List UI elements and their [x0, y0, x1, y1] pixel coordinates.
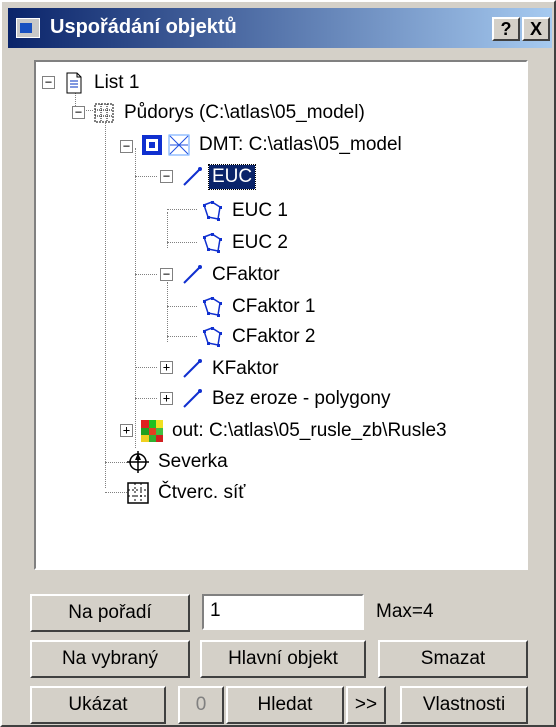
line-icon [183, 167, 202, 186]
line-icon [183, 265, 202, 284]
tree-node-ctverc-sit[interactable]: Čtverc. síť [126, 478, 248, 508]
tree-node-list1[interactable]: List 1 [62, 68, 142, 98]
help-button[interactable]: ? [492, 17, 520, 41]
tree-node-label: CFaktor [212, 264, 280, 285]
tree-node-label: KFaktor [212, 358, 279, 379]
hledat-button[interactable]: Hledat [226, 686, 344, 724]
tree-node-label: EUC 2 [232, 232, 288, 253]
tree-node-label: out: C:\atlas\05_rusle_zb\Rusle3 [172, 420, 447, 441]
tree-connector [167, 336, 197, 337]
na-vybrany-button[interactable]: Na vybraný [30, 640, 190, 678]
tree-connector [167, 209, 197, 210]
object-tree[interactable]: − − − − − + + + List 1 Půdorys (C:\atlas… [34, 60, 528, 570]
document-icon [66, 72, 82, 94]
hlavni-objekt-button[interactable]: Hlavní objekt [200, 640, 366, 678]
next-button[interactable]: >> [346, 686, 386, 724]
tree-connector [105, 462, 127, 463]
tree-connector [135, 398, 157, 399]
tree-connector [135, 176, 157, 177]
app-icon [16, 18, 40, 38]
smazat-button[interactable]: Smazat [378, 640, 528, 678]
collapse-toggle[interactable]: − [160, 170, 173, 183]
tree-connector [105, 118, 106, 488]
tree-node-label: EUC 1 [232, 200, 288, 221]
tree-node-bez-eroze[interactable]: Bez eroze - polygony [180, 384, 394, 414]
tree-connector [135, 367, 157, 368]
collapse-toggle[interactable]: − [72, 106, 85, 119]
collapse-toggle[interactable]: − [120, 140, 133, 153]
vlastnosti-button[interactable]: Vlastnosti [400, 686, 528, 724]
tree-node-pudorys[interactable]: Půdorys (C:\atlas\05_model) [92, 98, 368, 128]
tree-node-cfaktor-2[interactable]: CFaktor 2 [200, 322, 318, 352]
tree-node-label: Bez eroze - polygony [212, 388, 391, 409]
polygon-icon [203, 201, 222, 221]
tree-connector [167, 242, 197, 243]
grid-icon [127, 482, 149, 504]
tree-node-label: CFaktor 1 [232, 296, 316, 317]
zero-button[interactable]: 0 [178, 686, 224, 724]
dmt-icon [168, 134, 190, 156]
dmt-outer-icon [142, 135, 162, 155]
object-arrangement-window: Uspořádání objektů ? X − − − − − + + + L… [0, 0, 556, 727]
tree-node-severka[interactable]: Severka [126, 447, 231, 477]
expand-toggle[interactable]: + [160, 392, 173, 405]
tree-node-kfaktor[interactable]: KFaktor [180, 354, 282, 384]
close-button[interactable]: X [522, 17, 550, 41]
expand-toggle[interactable]: + [120, 424, 133, 437]
order-input[interactable]: 1 [202, 594, 364, 630]
tree-node-label: EUC [207, 164, 257, 190]
tree-node-cfaktor[interactable]: CFaktor [180, 260, 283, 290]
raster-icon [141, 420, 163, 442]
tree-connector [135, 148, 136, 448]
polygon-icon [203, 297, 222, 317]
expand-toggle[interactable]: + [160, 361, 173, 374]
line-icon [183, 389, 202, 408]
tree-node-label: Severka [158, 451, 228, 472]
tree-node-label: Půdorys (C:\atlas\05_model) [124, 102, 365, 123]
grid-layout-icon [94, 103, 114, 123]
tree-node-euc-2[interactable]: EUC 2 [200, 228, 291, 258]
tree-node-cfaktor-1[interactable]: CFaktor 1 [200, 292, 318, 322]
tree-node-label: List 1 [94, 72, 140, 93]
tree-connector [167, 306, 197, 307]
tree-node-label: Čtverc. síť [158, 482, 246, 503]
collapse-toggle[interactable]: − [42, 76, 55, 89]
polygon-icon [203, 327, 222, 347]
tree-node-euc[interactable]: EUC [180, 162, 257, 192]
tree-node-out-rusle3[interactable]: out: C:\atlas\05_rusle_zb\Rusle3 [140, 416, 450, 446]
max-label: Max=4 [376, 601, 434, 622]
window-title: Uspořádání objektů [50, 16, 237, 38]
na-poradi-button[interactable]: Na pořadí [30, 594, 190, 632]
north-arrow-icon [127, 451, 149, 473]
title-bar[interactable]: Uspořádání objektů ? X [8, 8, 552, 48]
tree-connector [135, 274, 157, 275]
polygon-icon [203, 233, 222, 253]
tree-connector [167, 282, 168, 342]
ukazat-button[interactable]: Ukázat [30, 686, 166, 724]
tree-node-euc-1[interactable]: EUC 1 [200, 196, 291, 226]
line-icon [183, 359, 202, 378]
collapse-toggle[interactable]: − [160, 268, 173, 281]
tree-node-label: DMT: C:\atlas\05_model [199, 134, 402, 155]
tree-node-dmt[interactable]: DMT: C:\atlas\05_model [140, 130, 405, 160]
tree-connector [105, 492, 127, 493]
tree-node-label: CFaktor 2 [232, 326, 316, 347]
